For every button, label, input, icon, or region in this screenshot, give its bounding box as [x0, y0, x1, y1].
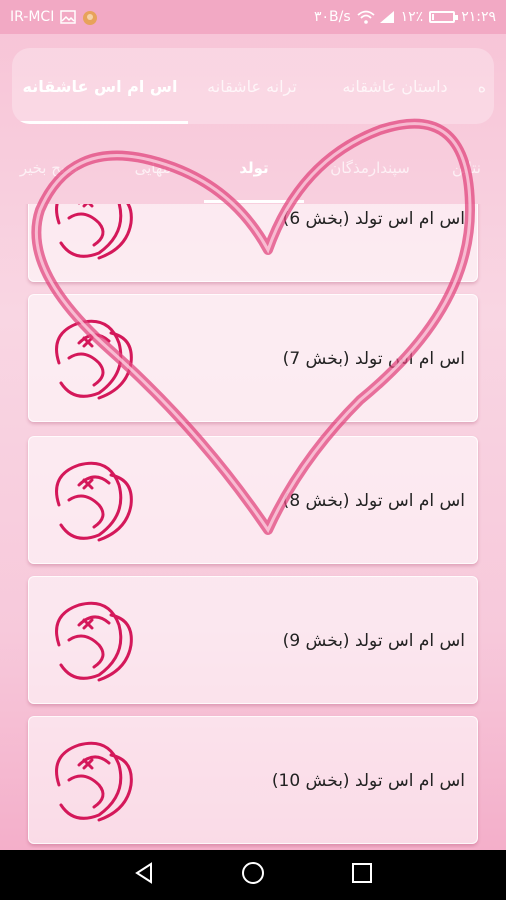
tab-label: ه — [477, 76, 487, 96]
home-icon[interactable] — [241, 861, 265, 889]
signal-label: ۱۲٪ — [400, 9, 424, 25]
item-title: اس ام اس تولد (بخش 8) — [282, 491, 465, 511]
image-notification-icon — [60, 10, 77, 24]
couple-hug-icon — [55, 461, 133, 542]
carrier-label: IR-MCI — [10, 9, 55, 25]
navigation-bar — [0, 850, 506, 900]
couple-hug-icon — [55, 741, 133, 822]
item-title: اس ام اس تولد (بخش 9) — [282, 631, 465, 651]
tab-label: سپندارمذگان — [330, 159, 410, 177]
tab-good-morning[interactable]: صبح بخیر — [4, 138, 94, 198]
tab-valentine[interactable]: نتاین — [452, 138, 506, 198]
tab-more[interactable]: ه — [470, 48, 494, 124]
signal-icon — [379, 10, 395, 24]
wifi-icon — [357, 10, 375, 24]
tab-label: اس ام اس عاشقانه — [22, 76, 178, 96]
list-item[interactable]: اس ام اس تولد (بخش 8) — [28, 436, 478, 564]
status-right: ۳۰B/s ۱۲٪ ۲۱:۲۹ — [314, 9, 496, 25]
app-notification-icon — [82, 10, 98, 25]
couple-hug-icon — [55, 601, 133, 682]
tab-birthday[interactable]: تولد — [204, 138, 304, 198]
couple-hug-icon — [55, 204, 133, 260]
tab-label: نتاین — [452, 159, 481, 177]
item-title: اس ام اس تولد (بخش 7) — [282, 349, 465, 369]
recents-icon[interactable] — [351, 862, 373, 888]
subtab-indicator — [204, 200, 304, 203]
tab-romantic-stories[interactable]: داستان عاشقانه — [330, 48, 460, 124]
tab-label: تنهایی — [134, 159, 172, 177]
list-item[interactable]: اس ام اس تولد (بخش 10) — [28, 716, 478, 844]
clock: ۲۱:۲۹ — [461, 9, 496, 25]
category-tabs: اس ام اس عاشقانه ترانه عاشقانه داستان عا… — [12, 48, 494, 124]
back-icon[interactable] — [133, 862, 155, 888]
tab-romantic-songs[interactable]: ترانه عاشقانه — [192, 48, 312, 124]
subcategory-tabs: صبح بخیر تنهایی تولد سپندارمذگان نتاین — [0, 138, 506, 202]
status-left: IR-MCI — [10, 9, 98, 25]
list-item[interactable]: اس ام اس تولد (بخش 9) — [28, 576, 478, 704]
item-title: اس ام اس تولد (بخش 10) — [271, 771, 465, 791]
tab-indicator — [12, 121, 188, 124]
list-item[interactable]: اس ام اس تولد (بخش 7) — [28, 294, 478, 422]
tab-label: داستان عاشقانه — [342, 76, 448, 96]
tab-label: تولد — [239, 159, 269, 177]
tab-label: صبح بخیر — [19, 159, 79, 177]
tab-sepandarmazgan[interactable]: سپندارمذگان — [318, 138, 422, 198]
status-bar: IR-MCI ۳۰B/s ۱۲٪ ۲۱:۲۹ — [0, 0, 506, 34]
couple-hug-icon — [55, 319, 133, 400]
tab-label: ترانه عاشقانه — [207, 76, 297, 96]
sms-list: اس ام اس تولد (بخش 6) اس ام اس تولد (بخش… — [0, 204, 506, 848]
tab-loneliness[interactable]: تنهایی — [118, 138, 188, 198]
network-speed: ۳۰B/s — [313, 9, 351, 25]
tab-romantic-sms[interactable]: اس ام اس عاشقانه — [12, 48, 188, 124]
list-item[interactable]: اس ام اس تولد (بخش 6) — [28, 204, 478, 282]
battery-icon — [429, 11, 459, 23]
item-title: اس ام اس تولد (بخش 6) — [282, 209, 465, 229]
